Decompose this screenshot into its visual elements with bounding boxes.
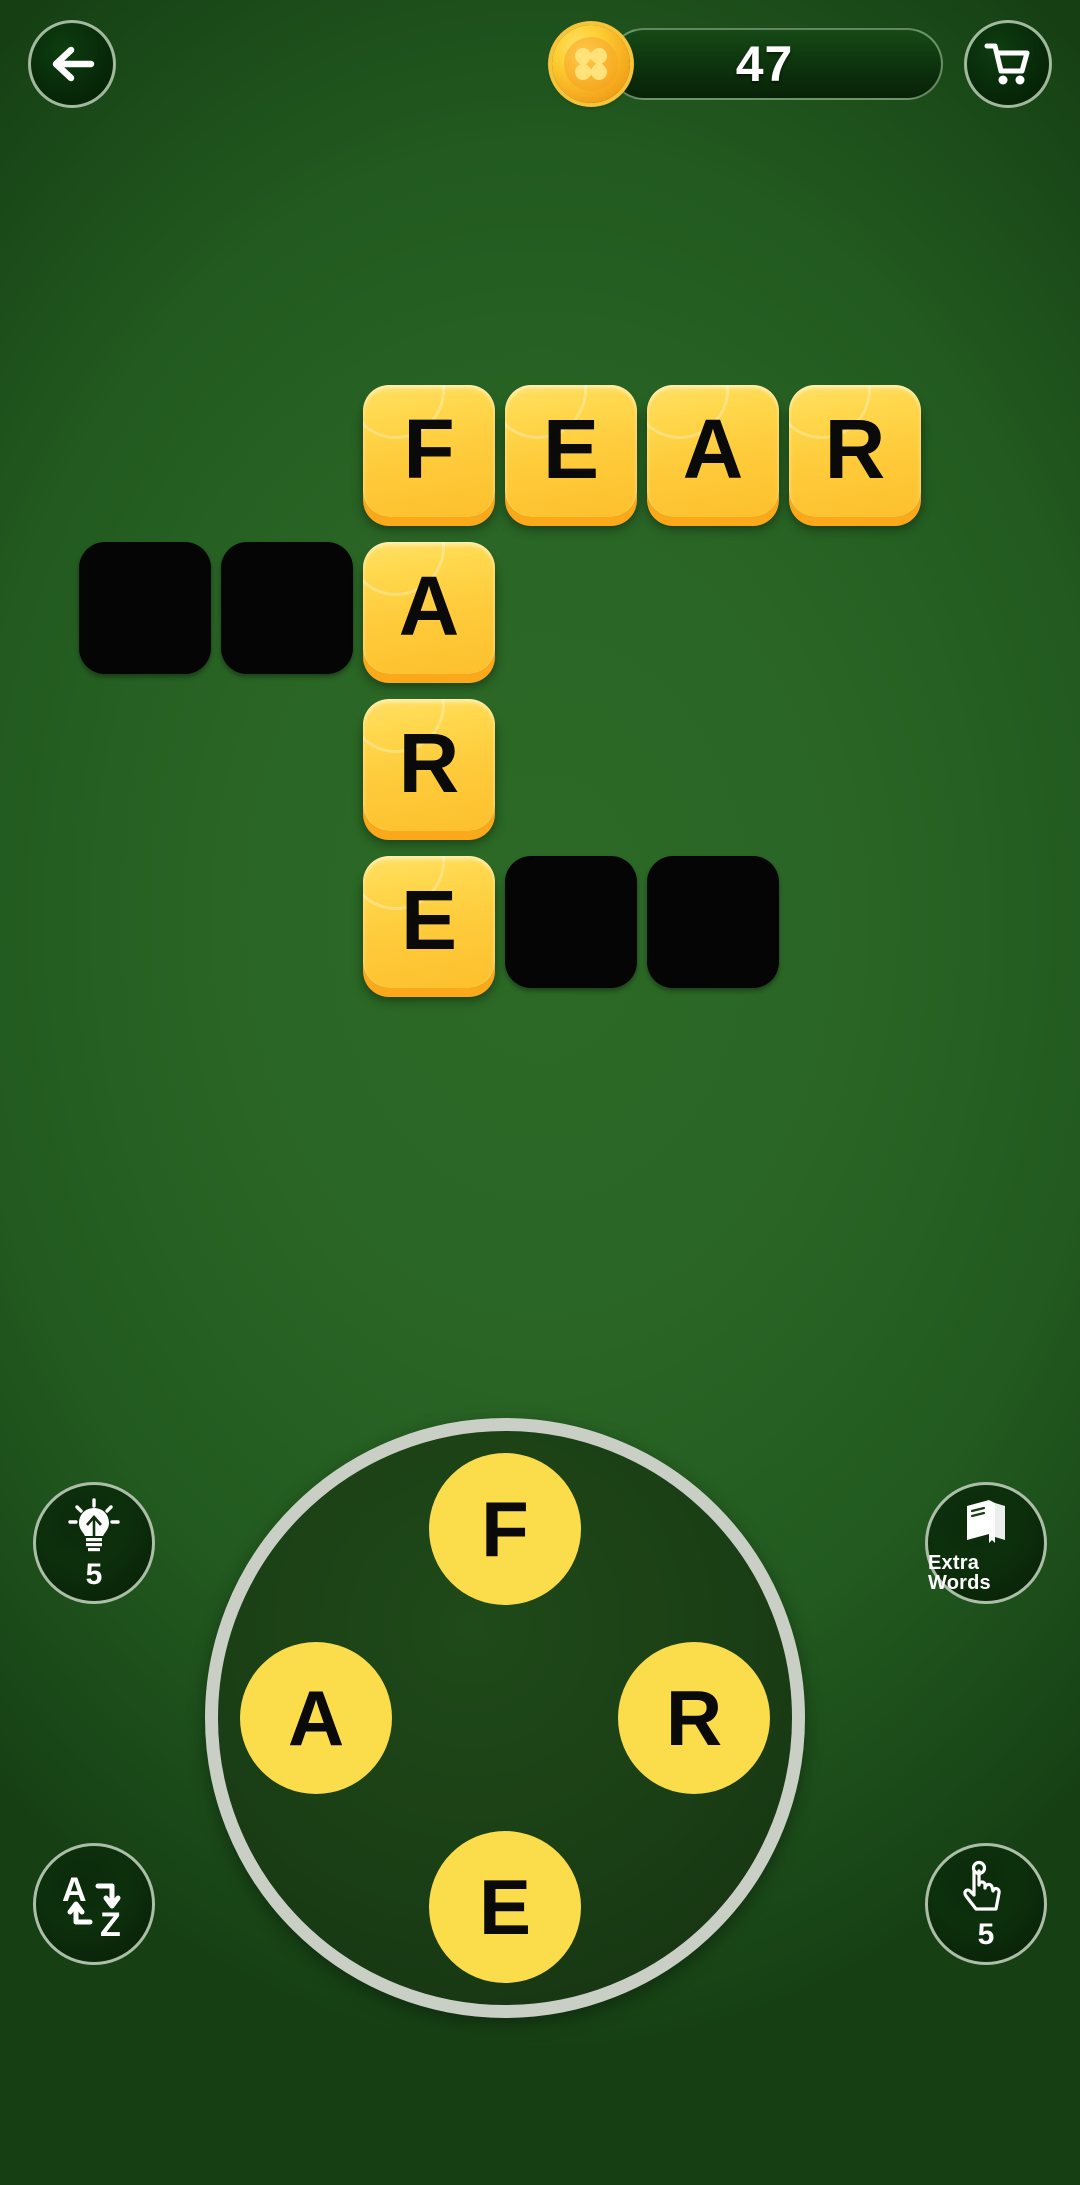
game-screen: 47 FEARARE FARE 5 Extra Words A Z 5 (0, 0, 1080, 2185)
extra-words-label: Extra Words (928, 1551, 991, 1594)
extra-words-button[interactable]: Extra Words (925, 1482, 1047, 1604)
reveal-letter-count: 5 (977, 1917, 995, 1951)
lightbulb-icon (68, 1497, 120, 1551)
grid-tile-letter-text: R (398, 716, 460, 810)
grid-tile-empty (505, 856, 637, 988)
grid-tile-empty (79, 542, 211, 674)
svg-text:Z: Z (100, 1906, 121, 1942)
hint-count: 5 (85, 1557, 103, 1591)
grid-tile-letter-text: A (398, 559, 460, 653)
grid-tile-letter-text: F (403, 402, 455, 496)
reveal-letter-button[interactable]: 5 (925, 1843, 1047, 1965)
grid-tile-empty (221, 542, 353, 674)
grid-tile-letter: A (647, 385, 779, 517)
grid-tile-letter: A (363, 542, 495, 674)
grid-tile-letter-text: R (824, 402, 886, 496)
crossword-grid: FEARARE (0, 0, 1080, 1080)
wheel-letter-a[interactable]: A (240, 1642, 392, 1794)
grid-tile-letter: E (505, 385, 637, 517)
wheel-letter-r[interactable]: R (618, 1642, 770, 1794)
shuffle-button[interactable]: A Z (33, 1843, 155, 1965)
letter-wheel[interactable]: FA RE (205, 1418, 805, 2018)
grid-tile-letter: E (363, 856, 495, 988)
wheel-letter-e[interactable]: E (429, 1831, 581, 1983)
grid-tile-letter: R (363, 699, 495, 831)
hint-button[interactable]: 5 (33, 1482, 155, 1604)
tap-hand-icon (963, 1860, 1001, 1911)
grid-tile-letter: F (363, 385, 495, 517)
grid-tile-letter-text: E (400, 873, 458, 967)
book-icon (967, 1499, 1005, 1543)
grid-tile-letter: R (789, 385, 921, 517)
az-shuffle-icon: A Z (62, 1871, 121, 1942)
grid-tile-letter-text: E (542, 402, 600, 496)
grid-tile-empty (647, 856, 779, 988)
wheel-letter-f[interactable]: F (429, 1453, 581, 1605)
grid-tile-letter-text: A (682, 402, 744, 496)
